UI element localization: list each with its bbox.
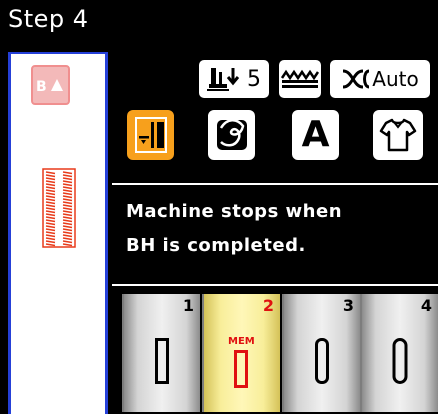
stitch-line xyxy=(62,222,73,226)
stitch-line xyxy=(45,243,56,247)
stitch-line xyxy=(62,231,73,235)
stitch-line xyxy=(62,213,73,217)
presser-foot-value: 5 xyxy=(247,66,261,92)
stitch-line xyxy=(45,219,56,223)
stitch-line xyxy=(45,177,56,181)
buttonhole-lever-icon xyxy=(134,117,167,153)
stitch-line xyxy=(45,171,56,175)
stitch-line xyxy=(45,174,56,178)
stitch-line xyxy=(45,228,56,232)
stitch-line xyxy=(45,216,56,220)
step-title: Step 4 xyxy=(8,5,89,33)
stitch-line xyxy=(45,231,56,235)
pattern-number: 3 xyxy=(342,296,354,315)
stitch-line xyxy=(45,195,56,199)
stitch-line xyxy=(62,219,73,223)
pattern-number: 2 xyxy=(262,296,274,315)
svg-text:B: B xyxy=(36,79,47,95)
stitch-line xyxy=(45,204,56,208)
stitch-pattern-button[interactable] xyxy=(205,107,258,163)
pattern-number: 1 xyxy=(182,296,194,315)
stitch-line xyxy=(62,234,73,238)
keyhole-square-buttonhole-icon xyxy=(155,338,169,384)
stitch-line xyxy=(62,204,73,208)
buttonhole-icon[interactable]: B xyxy=(31,65,70,105)
stitch-line xyxy=(62,243,73,247)
memory-badge: MEM xyxy=(228,336,255,347)
pattern-tile-3[interactable]: 3 xyxy=(282,294,360,412)
message-line-1: Machine stops when xyxy=(126,201,343,222)
stitch-line xyxy=(45,183,56,187)
stitch-line xyxy=(45,201,56,205)
feed-dog-button[interactable] xyxy=(276,57,324,101)
stitch-preview-panel: B xyxy=(8,52,108,414)
stitch-line xyxy=(45,240,56,244)
stitch-line xyxy=(62,201,73,205)
rounded-buttonhole-icon xyxy=(315,338,329,384)
stitch-line xyxy=(45,237,56,241)
stitch-line xyxy=(62,171,73,175)
pattern-tile-1[interactable]: 1 xyxy=(122,294,200,412)
stitch-line xyxy=(62,174,73,178)
thread-tension-icon xyxy=(343,69,370,89)
stitch-line xyxy=(45,222,56,226)
garment-mode-button[interactable] xyxy=(370,107,426,163)
stitch-line xyxy=(45,189,56,193)
thread-tension-value: Auto xyxy=(372,67,419,91)
stitch-line xyxy=(62,186,73,190)
buttonhole-lever-button[interactable] xyxy=(124,107,177,163)
message-line-2: BH is completed. xyxy=(126,235,306,256)
stitch-line xyxy=(62,240,73,244)
stitch-line xyxy=(62,216,73,220)
stitch-line xyxy=(62,207,73,211)
memory-buttonhole-icon xyxy=(234,350,248,388)
stitch-line xyxy=(62,210,73,214)
stitch-line xyxy=(45,213,56,217)
pattern-tile-4[interactable]: 4 xyxy=(360,294,438,412)
thread-tension-button[interactable]: Auto xyxy=(327,57,433,101)
stitch-line xyxy=(62,183,73,187)
feed-dog-icon xyxy=(280,69,320,88)
section-divider xyxy=(112,183,438,185)
letter-a-icon: A xyxy=(301,114,330,155)
oval-buttonhole-icon xyxy=(392,338,408,384)
stitch-line xyxy=(45,186,56,190)
buttonhole-stitch-preview xyxy=(42,168,76,248)
presser-foot-pressure-button[interactable]: 5 xyxy=(196,57,272,101)
stitch-line xyxy=(45,210,56,214)
stitch-line xyxy=(45,234,56,238)
stitch-line xyxy=(45,198,56,202)
stitch-line xyxy=(62,228,73,232)
stitch-line xyxy=(45,192,56,196)
stitch-line xyxy=(62,192,73,196)
stitch-line xyxy=(62,177,73,181)
pattern-tile-2[interactable]: 2 MEM xyxy=(202,294,280,412)
pattern-number: 4 xyxy=(420,296,432,315)
shirt-icon xyxy=(379,118,417,152)
section-divider xyxy=(112,284,438,286)
letter-mode-button[interactable]: A xyxy=(289,107,342,163)
stitch-line xyxy=(62,180,73,184)
stitch-line xyxy=(45,207,56,211)
stitch-line xyxy=(62,198,73,202)
stitch-line xyxy=(62,189,73,193)
stitch-line xyxy=(45,225,56,229)
stitch-pattern-icon xyxy=(216,119,247,150)
stitch-line xyxy=(45,180,56,184)
stitch-line xyxy=(62,195,73,199)
stitch-line xyxy=(62,225,73,229)
presser-foot-icon xyxy=(207,64,247,94)
stitch-line xyxy=(62,237,73,241)
